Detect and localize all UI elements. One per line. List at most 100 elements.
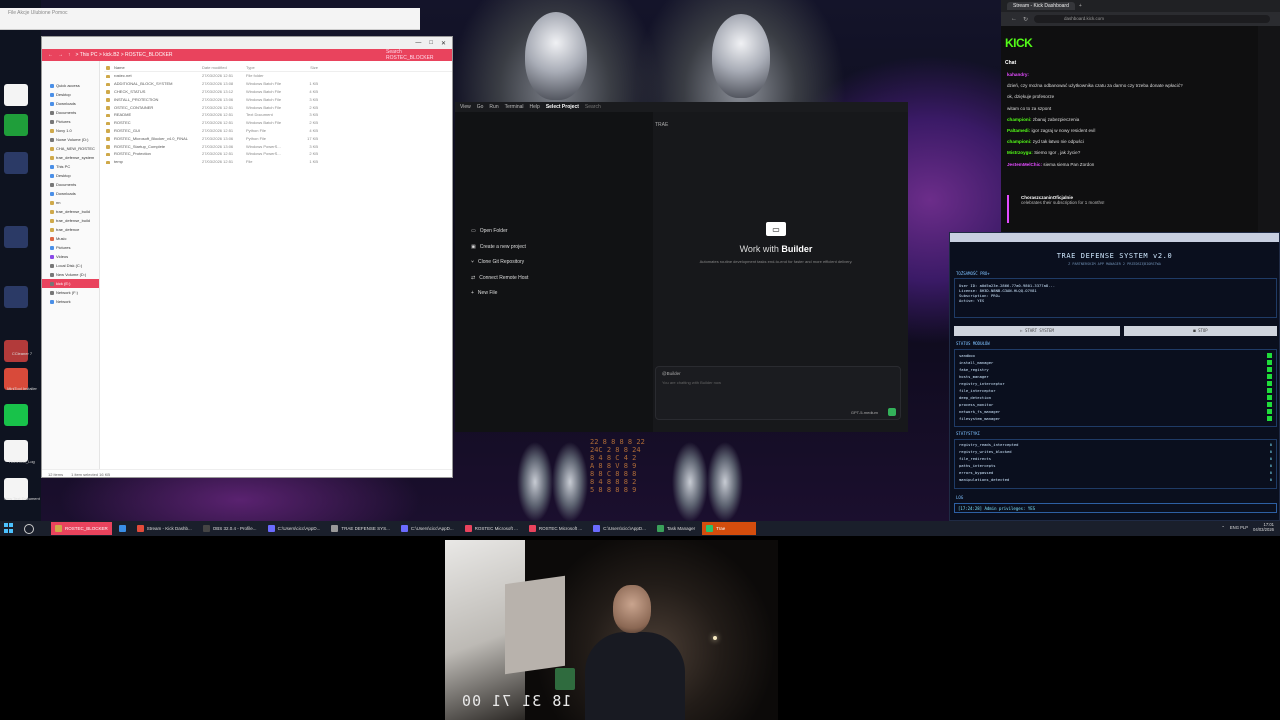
chat-username[interactable]: JestemMelChic:	[1007, 162, 1043, 167]
chat-username[interactable]: Paltamedi:	[1007, 128, 1032, 133]
kick-logo[interactable]: KICK	[1005, 36, 1033, 50]
taskbar-item[interactable]: Stream - Kick Dashb...	[133, 522, 196, 535]
stop-button[interactable]: ■ STOP	[1124, 326, 1277, 336]
language-indicator[interactable]: ENG PLP	[1230, 525, 1248, 530]
file-row[interactable]: ADDITIONAL_BLOCK_SYSTEM 27/03/2026 13:08 W…	[104, 80, 452, 88]
file-row[interactable]: rostec.net 27/03/2026 12:51 File folder	[104, 72, 452, 80]
file-row[interactable]: ROSTEC_Protection 27/03/2026 12:51 Windows…	[104, 150, 452, 158]
file-row[interactable]: ROSTEC 27/03/2026 12:51 Windows Batch File…	[104, 119, 452, 127]
tray-chevron-icon[interactable]: ⌃	[1221, 525, 1225, 530]
taskbar-item[interactable]	[115, 522, 130, 535]
taskbar-item[interactable]: Task Manager	[653, 522, 699, 535]
explorer-search-input[interactable]: Search ROSTEC_BLOCKER	[386, 49, 446, 61]
nav-item[interactable]: Videos	[42, 252, 99, 261]
nav-item[interactable]: trae_defence	[42, 225, 99, 234]
browser-tab[interactable]: Stream - Kick Dashboard	[1007, 2, 1075, 10]
chat-username[interactable]: kahandry:	[1007, 72, 1029, 77]
send-button[interactable]	[888, 408, 896, 416]
trae-action-1[interactable]: ▣ Create a new project	[471, 244, 526, 250]
menu-go[interactable]: Go	[477, 104, 484, 110]
clock[interactable]: 17:01 04/03/2026	[1253, 522, 1274, 532]
taskbar-item[interactable]: ROSTEC_BLOCKER	[51, 522, 112, 535]
nav-item[interactable]: This PC	[42, 162, 99, 171]
taskbar-item[interactable]: C:\Users\cicc\AppD...	[397, 522, 458, 535]
nav-item[interactable]: trae_defense_system	[42, 153, 99, 162]
taskbar-item[interactable]: ROSTEC Microsoft ...	[461, 522, 522, 535]
file-row[interactable]: ROSTEC_Microsoft_Blocker_v4.0_FINAL 27/03…	[104, 134, 452, 142]
trae-defense-window[interactable]: TRAE DEFENSE SYSTEM v2.0 Z PARTNERSKIM A…	[949, 232, 1280, 521]
model-selector[interactable]: GPT-5-medium	[851, 410, 878, 415]
taskbar-item[interactable]: Trae	[702, 522, 757, 535]
defense-titlebar[interactable]	[950, 233, 1279, 242]
desktop-icon-app5[interactable]	[4, 286, 28, 308]
taskbar-item[interactable]: OBS 32.0.4 - Profile...	[199, 522, 261, 535]
nav-item[interactable]: Network (F:)	[42, 288, 99, 297]
start-system-button[interactable]: ▷ START SYSTEM	[954, 326, 1120, 336]
column-size[interactable]: Size	[290, 65, 318, 70]
builder-chat-input[interactable]: @Builder You are chatting with Builder n…	[655, 366, 901, 420]
explorer-addressbar[interactable]: ← → ↑ > This PC > kick.B2 > ROSTEC_BLOCK…	[42, 49, 452, 61]
desktop-icon-app4[interactable]	[4, 226, 28, 248]
file-row[interactable]: INSTALL_PROTECTION 27/03/2026 13:06 Window…	[104, 95, 452, 103]
taskbar-item[interactable]: C:\Users\cicc\AppD...	[589, 522, 650, 535]
nav-item[interactable]: New Volume (D:)	[42, 270, 99, 279]
close-icon[interactable]: ✕	[441, 40, 446, 47]
chat-username[interactable]: Mistrzoygu:	[1007, 150, 1034, 155]
explorer-titlebar[interactable]: — □ ✕	[42, 37, 452, 49]
trae-search[interactable]: Search	[585, 104, 601, 110]
trae-action-3[interactable]: ⇄ Connect Remote Host	[471, 275, 528, 281]
nav-item[interactable]: Nowe Volume (D:)	[42, 135, 99, 144]
file-explorer-window[interactable]: — □ ✕ ← → ↑ > This PC > kick.B2 > ROSTEC…	[41, 36, 453, 478]
nav-item[interactable]: Documents	[42, 180, 99, 189]
nav-item[interactable]: nn	[42, 198, 99, 207]
start-button[interactable]	[4, 522, 16, 535]
chat-agent-mention[interactable]: @Builder	[656, 367, 900, 380]
nav-item[interactable]: Network	[42, 297, 99, 306]
nav-item[interactable]: Pictures	[42, 243, 99, 252]
desktop-icon-app2[interactable]	[4, 114, 28, 136]
menu-help[interactable]: Help	[530, 104, 540, 110]
up-icon[interactable]: ↑	[68, 52, 71, 58]
nav-item[interactable]: Downloads	[42, 189, 99, 198]
trae-action-4[interactable]: + New File	[471, 290, 497, 296]
nav-item[interactable]: Pictures	[42, 117, 99, 126]
column-type[interactable]: Type	[246, 65, 290, 70]
file-row[interactable]: ROSTEC_GUI 27/03/2026 12:51 Python File 4 K…	[104, 127, 452, 135]
nav-item[interactable]: kick (E:)	[42, 279, 99, 288]
trae-panel-tab[interactable]: TRAE	[655, 122, 668, 128]
file-row[interactable]: README 27/03/2026 12:51 Text Document 3 KB	[104, 111, 452, 119]
nav-item[interactable]: trae_defense_build	[42, 207, 99, 216]
menu-run[interactable]: Run	[489, 104, 498, 110]
breadcrumb[interactable]: > This PC > kick.B2 > ROSTEC_BLOCKER	[76, 52, 382, 58]
nav-item[interactable]: Downloads	[42, 99, 99, 108]
maximize-icon[interactable]: □	[429, 40, 433, 46]
nav-item[interactable]: Desktop	[42, 90, 99, 99]
desktop-icon-green[interactable]	[4, 404, 28, 426]
column-date[interactable]: Date modified	[202, 65, 246, 70]
desktop-icon-app1[interactable]	[4, 84, 28, 106]
menu-view[interactable]: View	[460, 104, 471, 110]
back-icon[interactable]: ←	[1011, 16, 1017, 22]
file-row[interactable]: ROSTEC_Startup_Complete 27/03/2026 13:06 W…	[104, 142, 452, 150]
forward-icon[interactable]: →	[58, 52, 63, 58]
nav-item[interactable]: Desktop	[42, 171, 99, 180]
nav-item[interactable]: Music	[42, 234, 99, 243]
browser-window[interactable]: Stream - Kick Dashboard + ← ↻ dashboard.…	[1001, 0, 1280, 232]
nav-item[interactable]: Documents	[42, 108, 99, 117]
search-icon[interactable]	[24, 523, 34, 534]
address-bar[interactable]: dashboard.kick.com	[1034, 15, 1270, 23]
taskbar-item[interactable]: C:\Users\cicc\AppD...	[264, 522, 325, 535]
select-project[interactable]: Select Project	[546, 104, 579, 110]
trae-action-2[interactable]: ⑂ Clone Git Repository	[471, 259, 524, 265]
column-name[interactable]: Name	[104, 65, 202, 70]
back-icon[interactable]: ←	[48, 52, 53, 58]
file-row[interactable]: OSTEC_CONTAINER 27/03/2026 12:51 Windows B…	[104, 103, 452, 111]
new-tab-icon[interactable]: +	[1079, 3, 1082, 9]
menu-terminal[interactable]: Terminal	[505, 104, 524, 110]
trae-ide-window[interactable]: View Go Run Terminal Help Select Project…	[455, 102, 908, 432]
chat-username[interactable]: championi:	[1007, 117, 1033, 122]
taskbar-item[interactable]: ROSTEC Microsoft ...	[525, 522, 586, 535]
nav-item[interactable]: trae_defense_build	[42, 216, 99, 225]
reload-icon[interactable]: ↻	[1023, 16, 1028, 23]
nav-item[interactable]: CHA_NEW_ROSTEC	[42, 144, 99, 153]
